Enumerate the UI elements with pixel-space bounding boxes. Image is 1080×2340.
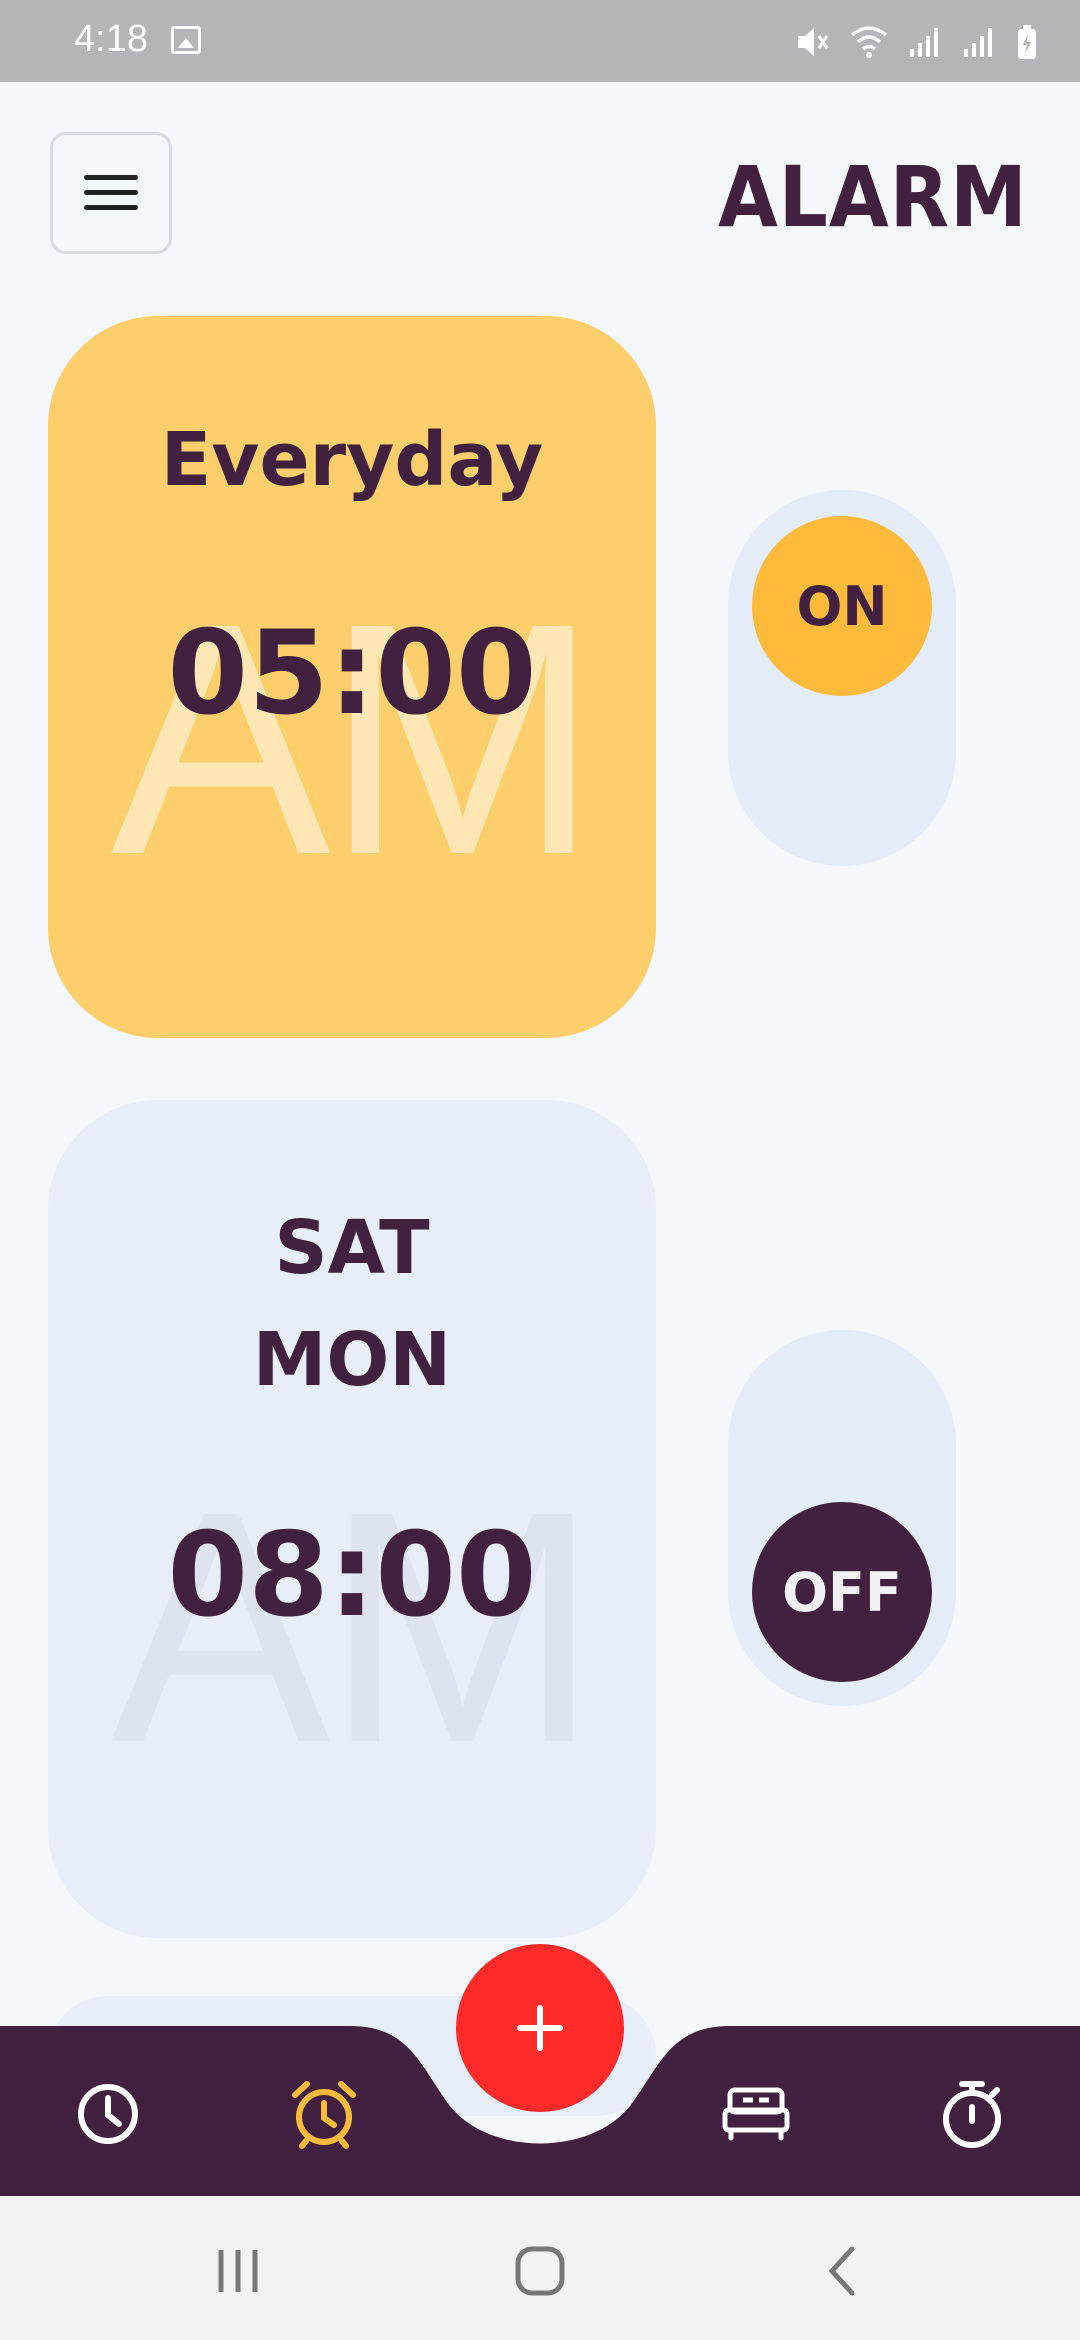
gallery-icon <box>171 26 201 54</box>
wifi-icon <box>850 26 888 58</box>
recent-apps-button[interactable] <box>198 2236 278 2306</box>
alarm-toggle-on[interactable]: ON <box>728 490 956 866</box>
home-icon <box>515 2246 565 2296</box>
home-button[interactable] <box>500 2236 580 2306</box>
add-alarm-button[interactable] <box>456 1944 624 2112</box>
recent-apps-icon <box>218 2250 258 2292</box>
alarm-card-sat-mon[interactable]: AM SAT MON 08:00 <box>48 1100 656 1938</box>
alarm-time: 08:00 <box>167 1508 537 1643</box>
system-nav-bar <box>0 2196 1080 2340</box>
mute-icon <box>798 28 829 56</box>
alarm-day: SAT <box>274 1205 430 1291</box>
alarm-days: Everyday <box>160 417 544 503</box>
status-time: 4:18 <box>74 18 148 60</box>
toggle-knob: OFF <box>752 1502 932 1682</box>
signal-icon <box>964 28 992 57</box>
alarm-day: MON <box>252 1317 452 1403</box>
alarm-clock-icon <box>292 2081 356 2149</box>
nav-stopwatch[interactable] <box>932 2074 1012 2154</box>
signal-icon <box>910 28 938 57</box>
plus-icon <box>517 2005 563 2051</box>
page-title: ALARM <box>718 148 1028 246</box>
status-icons <box>794 20 1038 64</box>
bed-icon <box>722 2087 790 2141</box>
toggle-knob: ON <box>752 516 932 696</box>
back-icon <box>828 2246 855 2296</box>
alarm-card-everyday[interactable]: AM Everyday 05:00 <box>48 316 656 1038</box>
nav-clock[interactable] <box>68 2074 148 2154</box>
battery-charging-icon <box>1018 25 1036 59</box>
status-bar: 4:18 <box>0 0 1080 82</box>
menu-button[interactable] <box>50 132 172 254</box>
alarm-toggle-off[interactable]: OFF <box>728 1330 956 1706</box>
clock-icon <box>78 2084 138 2144</box>
stopwatch-icon <box>943 2081 1001 2148</box>
back-button[interactable] <box>802 2236 882 2306</box>
alarm-time: 05:00 <box>167 606 537 741</box>
nav-alarm[interactable] <box>284 2074 364 2154</box>
nav-bedtime[interactable] <box>716 2074 796 2154</box>
hamburger-menu-icon <box>84 175 138 210</box>
